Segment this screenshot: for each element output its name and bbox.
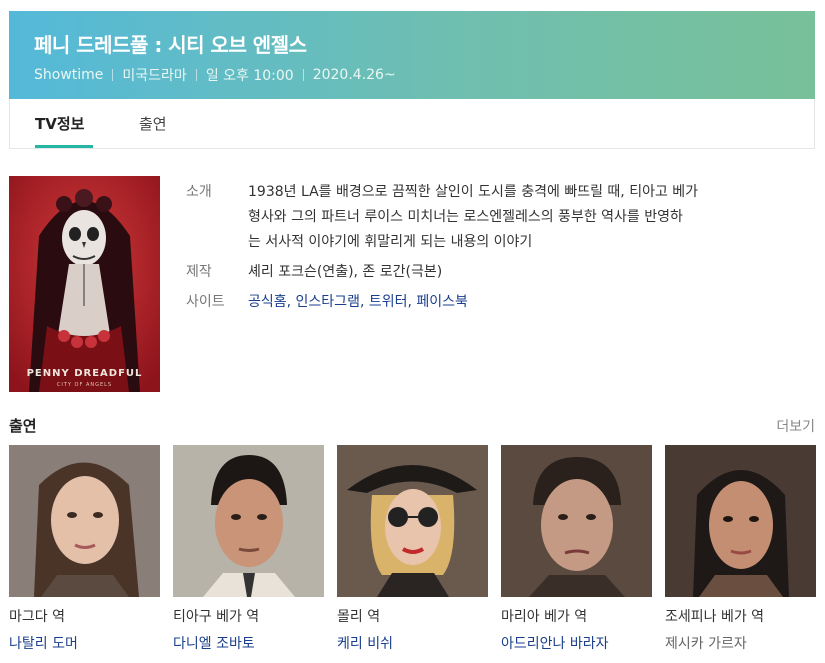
cast-photo[interactable] (173, 445, 324, 597)
cast-actor-name[interactable]: 케리 비쉬 (337, 633, 488, 653)
site-link-official[interactable]: 공식홈 (248, 294, 287, 310)
cast-card[interactable]: 티아구 베가 역 다니엘 조바토 (173, 445, 324, 653)
cast-card[interactable]: 조세피나 베가 역 제시카 가르자 (665, 445, 816, 653)
meta-divider (112, 69, 114, 81)
cast-actor-name[interactable]: 나탈리 도머 (9, 633, 160, 653)
cast-card[interactable]: 마리아 베가 역 아드리안나 바라자 (501, 445, 652, 653)
program-info: 소개 1938년 LA를 배경으로 끔찍한 살인이 도시를 충격에 빠뜨릴 때,… (186, 180, 796, 324)
production-row: 제작 셰리 포크슨(연출), 존 로간(극본) (186, 260, 796, 285)
cast-role: 마리아 베가 역 (501, 609, 588, 625)
site-links: 공식홈, 인스타그램, 트위터, 페이스북 (248, 294, 468, 310)
poster-image[interactable]: PENNY DREADFUL CITY OF ANGELS (9, 176, 160, 392)
cast-photo-image (665, 445, 816, 597)
cast-role: 티아구 베가 역 (173, 609, 260, 625)
intro-text-line: 형사와 그의 파트너 루이스 미치너는 로스엔젤레스의 풍부한 역사를 반영하 (248, 209, 683, 225)
production-text: 셰리 포크슨(연출), 존 로간(극본) (248, 264, 443, 280)
cast-photo[interactable] (665, 445, 816, 597)
program-header: 페니 드레드풀 : 시티 오브 엔젤스 Showtime 미국드라마 일 오후 … (9, 11, 815, 99)
cast-photo-image (9, 445, 160, 597)
intro-text-line: 는 서사적 이야기에 휘말리게 되는 내용의 이야기 (248, 234, 533, 250)
intro-label: 소개 (186, 184, 212, 200)
program-meta: Showtime 미국드라마 일 오후 10:00 2020.4.26~ (34, 65, 396, 85)
more-cast-link[interactable]: 더보기 (776, 416, 815, 436)
site-link-facebook[interactable]: 페이스북 (416, 294, 468, 310)
meta-divider (302, 69, 304, 81)
cast-photo-image (173, 445, 324, 597)
cast-section-title: 출연 (9, 417, 37, 435)
site-label: 사이트 (186, 294, 225, 310)
tab-cast[interactable]: 출연 (139, 113, 167, 134)
meta-genre: 미국드라마 (122, 68, 187, 84)
meta-channel: Showtime (34, 67, 104, 83)
poster-artwork: PENNY DREADFUL CITY OF ANGELS (9, 176, 160, 392)
cast-actor-name: 제시카 가르자 (665, 636, 747, 652)
cast-photo-image (337, 445, 488, 597)
intro-row: 소개 1938년 LA를 배경으로 끔찍한 살인이 도시를 충격에 빠뜨릴 때,… (186, 180, 796, 255)
site-link-instagram[interactable]: 인스타그램 (296, 294, 360, 310)
intro-text: 1938년 LA를 배경으로 끔찍한 살인이 도시를 충격에 빠뜨릴 때, 티아… (248, 180, 796, 255)
active-tab-indicator (35, 145, 93, 148)
cast-actor-name[interactable]: 아드리안나 바라자 (501, 633, 652, 653)
cast-role: 몰리 역 (337, 609, 381, 625)
program-title: 페니 드레드풀 : 시티 오브 엔젤스 (34, 33, 307, 57)
cast-card[interactable]: 몰리 역 케리 비쉬 (337, 445, 488, 653)
cast-role: 마그다 역 (9, 609, 65, 625)
cast-role: 조세피나 베가 역 (665, 609, 765, 625)
cast-photo-image (501, 445, 652, 597)
production-label: 제작 (186, 264, 212, 280)
cast-actor-name[interactable]: 다니엘 조바토 (173, 633, 324, 653)
poster-title: PENNY DREADFUL (27, 368, 143, 379)
cast-card[interactable]: 마그다 역 나탈리 도머 (9, 445, 160, 653)
cast-photo[interactable] (337, 445, 488, 597)
cast-photo[interactable] (9, 445, 160, 597)
tab-bar: TV정보 출연 (9, 99, 815, 149)
meta-premiere-date: 2020.4.26~ (312, 67, 396, 83)
intro-text-line: 1938년 LA를 배경으로 끔찍한 살인이 도시를 충격에 빠뜨릴 때, 티아… (248, 184, 699, 200)
meta-divider (195, 69, 197, 81)
poster-subtitle: CITY OF ANGELS (57, 382, 112, 388)
site-row: 사이트 공식홈, 인스타그램, 트위터, 페이스북 (186, 290, 796, 315)
cast-photo[interactable] (501, 445, 652, 597)
meta-airtime: 일 오후 10:00 (205, 68, 294, 84)
site-link-twitter[interactable]: 트위터 (369, 294, 408, 310)
tab-tv-info[interactable]: TV정보 (35, 113, 84, 134)
